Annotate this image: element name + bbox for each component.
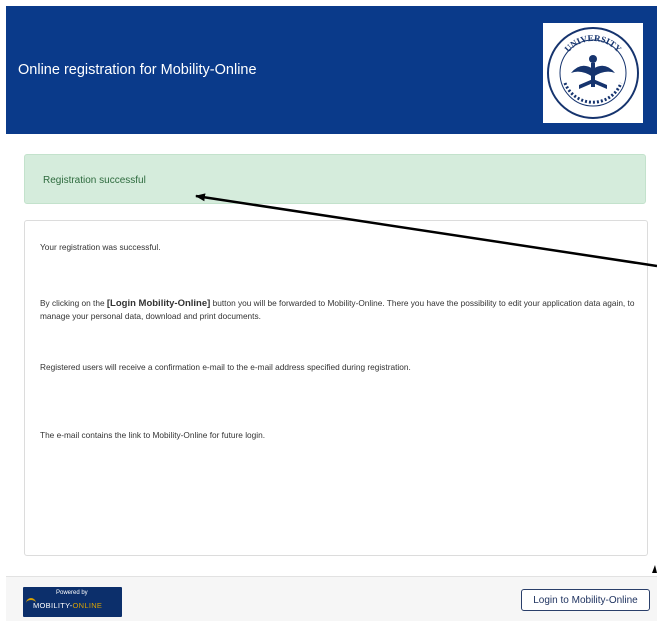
- mobility-online-brand: MOBILITY-ONLINE: [33, 601, 102, 610]
- alert-message: Registration successful: [43, 175, 146, 186]
- login-instructions-text: By clicking on the [Login Mobility-Onlin…: [40, 297, 635, 322]
- brand-part-a: MOBILITY-: [33, 601, 73, 610]
- brand-part-b: ONLINE: [72, 601, 103, 610]
- page-footer: Powered by MOBILITY-ONLINE Login to Mobi…: [6, 576, 657, 621]
- login-button-reference: [Login Mobility-Online]: [106, 298, 211, 309]
- powered-by-label: Powered by: [56, 590, 88, 596]
- registration-success-text: Your registration was successful.: [40, 242, 161, 252]
- instructions-prefix: By clicking on the: [40, 298, 107, 308]
- page-header: Online registration for Mobility-Online …: [6, 6, 657, 134]
- university-logo: UNIVERSITY: [543, 23, 643, 123]
- powered-by-logo: Powered by MOBILITY-ONLINE: [23, 587, 122, 617]
- login-mobility-online-button[interactable]: Login to Mobility-Online: [521, 589, 650, 611]
- university-seal-icon: UNIVERSITY: [547, 27, 639, 119]
- email-link-text: The e-mail contains the link to Mobility…: [40, 430, 266, 440]
- content-panel: Your registration was successful. By cli…: [24, 220, 648, 556]
- success-alert: Registration successful: [24, 154, 646, 204]
- page-title: Online registration for Mobility-Online: [18, 62, 257, 78]
- confirmation-email-text: Registered users will receive a confirma…: [40, 362, 411, 372]
